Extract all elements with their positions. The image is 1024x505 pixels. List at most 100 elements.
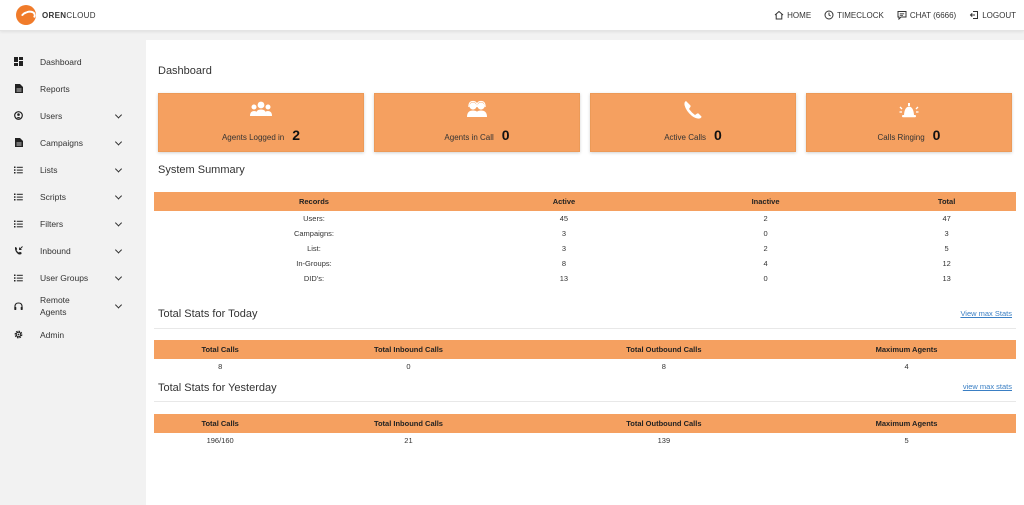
card-active-calls[interactable]: Active Calls 0 — [590, 93, 796, 152]
clock-icon — [824, 10, 834, 20]
nav-timeclock-link[interactable]: TIMECLOCK — [824, 10, 884, 20]
active-calls-count: 0 — [714, 127, 722, 143]
chat-icon — [897, 11, 907, 20]
table-cell: Campaigns: — [293, 229, 334, 238]
table-cell: Users: — [303, 214, 325, 223]
headset-icon — [14, 301, 23, 311]
table-header-cell: Maximum Agents — [797, 340, 1016, 359]
table-cell: 4 — [763, 259, 768, 268]
phone-icon — [684, 101, 702, 119]
chevron-down-icon[interactable] — [114, 191, 123, 200]
table-cell: 2 — [763, 214, 768, 223]
main-content: Dashboard Agents Logged in 2 Agents in Ca… — [146, 40, 1024, 505]
table-cell: 3 — [944, 229, 949, 238]
table-cell: 2 — [763, 244, 768, 253]
sidebar-item-scripts[interactable]: Scripts — [0, 183, 138, 210]
table-header-cell: Total Calls — [154, 340, 287, 359]
table-header-cell: Active — [473, 192, 654, 211]
top-bar: ORENCLOUD HOME TIMECLOCK CHAT (6666) LOG… — [0, 0, 1024, 31]
table-header-cell: Total Inbound Calls — [286, 340, 531, 359]
card-calls-ringing[interactable]: Calls Ringing 0 — [806, 93, 1012, 152]
agents-in-call-count: 0 — [501, 127, 510, 143]
table-cell: 3 — [561, 229, 567, 238]
table-cell: 0 — [763, 274, 768, 283]
table-row: DID's: 13 0 13 — [154, 271, 1016, 286]
table-cell: 47 — [942, 214, 951, 223]
card-agents-in-call[interactable]: Agents in Call 0 — [374, 93, 580, 152]
chevron-down-icon[interactable] — [114, 301, 123, 309]
table-row: 196/160 21 139 5 — [154, 433, 1016, 448]
document-icon — [14, 84, 23, 93]
nav-chat-link[interactable]: CHAT (6666) — [897, 10, 956, 20]
yesterday-stats-title: Total Stats for Yesterday — [158, 382, 277, 394]
card-agents-logged-in[interactable]: Agents Logged in 2 — [158, 93, 364, 152]
table-header-cell: Total — [877, 192, 1016, 211]
table-header-cell: Total Outbound Calls — [530, 340, 798, 359]
table-cell: 45 — [559, 214, 569, 223]
table-cell: In-Groups: — [296, 259, 332, 268]
view-max-stats-yesterday-link[interactable]: view max stats — [963, 382, 1012, 391]
calls-ringing-count: 0 — [932, 127, 941, 143]
list-icon — [14, 192, 23, 201]
top-nav: HOME TIMECLOCK CHAT (6666) LOGOUT — [761, 10, 1016, 20]
sidebar-item-reports[interactable]: Reports — [0, 75, 138, 102]
divider — [154, 401, 1016, 402]
chevron-down-icon[interactable] — [114, 272, 123, 281]
logo-icon — [16, 5, 36, 25]
logo-text: ORENCLOUD — [42, 10, 96, 20]
users-group-icon — [250, 101, 272, 116]
table-cell: 0 — [763, 229, 768, 238]
nav-logout-link[interactable]: LOGOUT — [969, 10, 1016, 20]
chevron-down-icon[interactable] — [114, 245, 123, 254]
sidebar-item-users[interactable]: Users — [0, 102, 138, 129]
table-cell: 196/160 — [206, 436, 234, 445]
chevron-down-icon[interactable] — [114, 218, 123, 227]
table-row: Users: 45 2 47 — [154, 211, 1016, 226]
list-icon — [14, 165, 23, 174]
table-row: In-Groups: 8 4 12 — [154, 256, 1016, 271]
agents-logged-in-count: 2 — [292, 127, 301, 143]
sidebar-item-user-groups[interactable]: User Groups — [0, 264, 138, 291]
logout-icon — [970, 11, 979, 19]
table-cell: 139 — [657, 436, 671, 445]
table-header-cell: Total Calls — [154, 414, 287, 433]
phone-incoming-icon — [14, 246, 23, 255]
sidebar-item-filters[interactable]: Filters — [0, 210, 138, 237]
today-stats-title: Total Stats for Today — [158, 308, 258, 320]
today-stats-table: Total Calls Total Inbound Calls Total Ou… — [154, 340, 1016, 374]
stat-cards: Agents Logged in 2 Agents in Call 0 Active… — [158, 93, 1022, 152]
gear-icon — [14, 330, 23, 339]
sidebar-item-dashboard[interactable]: Dashboard — [0, 48, 138, 75]
table-header-cell: Maximum Agents — [797, 414, 1016, 433]
table-cell: 8 — [218, 362, 223, 371]
system-summary-title: System Summary — [158, 164, 245, 176]
sidebar-item-admin[interactable]: Admin — [0, 321, 138, 348]
table-cell: 21 — [404, 436, 413, 445]
sidebar-item-inbound[interactable]: Inbound — [0, 237, 138, 264]
dashboard-icon — [14, 57, 23, 66]
list-icon — [14, 273, 23, 282]
table-cell: 8 — [561, 259, 567, 268]
table-row: 8 0 8 4 — [154, 359, 1016, 374]
brand-logo[interactable]: ORENCLOUD — [16, 5, 96, 25]
sidebar-item-lists[interactable]: Lists — [0, 156, 138, 183]
table-row: List: 3 2 5 — [154, 241, 1016, 256]
chevron-down-icon[interactable] — [114, 164, 123, 173]
system-summary-table: Records Active Inactive Total Users: 45 2 4… — [154, 192, 1016, 286]
table-cell: 0 — [406, 362, 411, 371]
table-cell: 4 — [904, 362, 909, 371]
view-max-stats-today-link[interactable]: View max Stats — [960, 309, 1012, 318]
user-circle-icon — [14, 111, 23, 120]
table-cell: 13 — [942, 274, 951, 283]
yesterday-stats-table: Total Calls Total Inbound Calls Total Ou… — [154, 414, 1016, 448]
sidebar-item-campaigns[interactable]: Campaigns — [0, 129, 138, 156]
table-row: Campaigns: 3 0 3 — [154, 226, 1016, 241]
home-icon — [774, 10, 784, 20]
table-header-cell: Total Outbound Calls — [530, 414, 798, 433]
chevron-down-icon[interactable] — [114, 137, 123, 146]
table-cell: 13 — [559, 274, 569, 283]
sidebar-item-remote-agents[interactable]: Remote Agents — [0, 291, 138, 321]
divider — [154, 328, 1016, 329]
nav-home-link[interactable]: HOME — [774, 10, 811, 20]
chevron-down-icon[interactable] — [114, 110, 123, 119]
